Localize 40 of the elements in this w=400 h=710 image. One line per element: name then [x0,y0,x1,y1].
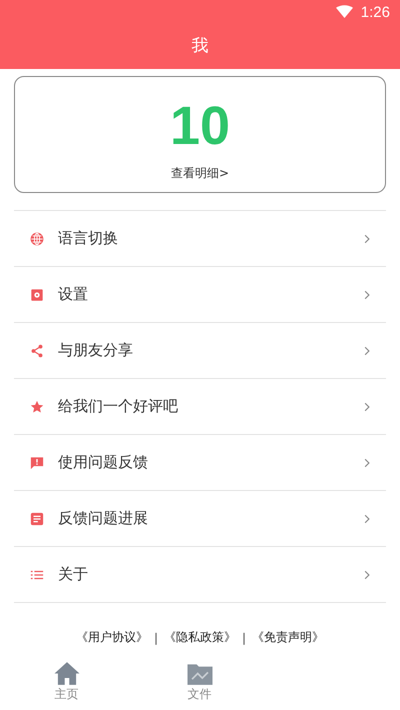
details-link[interactable]: 查看明细> [170,165,230,182]
menu-item[interactable]: 关于 [14,547,386,603]
menu-label: 设置 [58,285,89,304]
link-separator: | [242,630,246,644]
nav-tab[interactable]: 主页 [0,654,133,710]
menu-label: 与朋友分享 [58,341,134,360]
settings-icon [30,288,44,302]
share-icon [30,344,44,358]
chevron-icon [364,514,370,524]
document-icon [30,512,44,526]
nav-tab[interactable]: 文件 [133,654,266,710]
menu-item[interactable]: 使用问题反馈 [14,435,386,491]
feedback-icon [30,456,44,470]
menu-item[interactable]: 设置 [14,267,386,323]
menu-item[interactable]: 与朋友分享 [14,323,386,379]
home-icon [52,661,80,686]
points-value: 10 [170,95,230,157]
page-title: 我 [190,35,210,58]
chevron-icon [364,458,370,468]
footer-link[interactable]: 《免责声明》 [252,629,324,646]
menu-item[interactable]: 语言切换 [14,211,386,267]
chevron-icon [364,346,370,356]
footer-link[interactable]: 《隐私政策》 [164,629,236,646]
menu-label: 使用问题反馈 [58,453,149,472]
star-icon [30,400,44,414]
chevron-icon [364,570,370,580]
menu-item[interactable]: 给我们一个好评吧 [14,379,386,435]
menu-label: 语言切换 [58,229,119,248]
wifi-icon [336,5,353,19]
menu-item[interactable]: 反馈问题进展 [14,491,386,547]
chevron-icon [364,234,370,244]
status-time: 1:26 [360,4,390,20]
footer-link[interactable]: 《用户协议》 [76,629,148,646]
menu-label: 反馈问题进展 [58,509,149,528]
menu-label: 关于 [58,565,89,584]
chevron-icon [364,290,370,300]
globe-icon [30,232,44,246]
menu-label: 给我们一个好评吧 [58,397,179,416]
chevron-icon [364,402,370,412]
link-separator: | [154,630,158,644]
